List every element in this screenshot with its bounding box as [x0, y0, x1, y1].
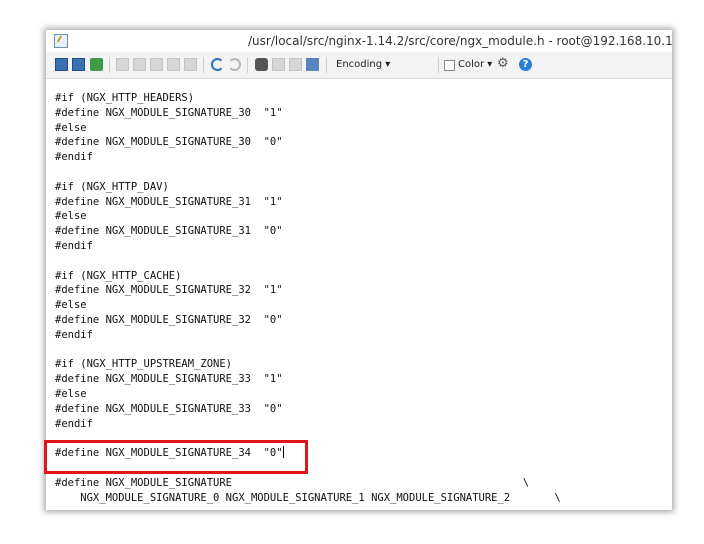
chevron-down-icon: ▾	[385, 59, 391, 70]
save-all-icon[interactable]	[72, 58, 85, 71]
select-all-icon[interactable]	[184, 58, 197, 71]
color-dropdown[interactable]: Color ▾	[458, 59, 492, 70]
find-icon[interactable]	[255, 58, 268, 71]
code-line[interactable]: #else	[55, 209, 561, 224]
toolbar-separator	[109, 57, 110, 73]
encoding-label: Encoding	[336, 59, 383, 70]
gear-icon[interactable]: ⚙	[497, 57, 511, 71]
window-title: /usr/local/src/nginx-1.14.2/src/core/ngx…	[248, 34, 672, 48]
code-line[interactable]: #define NGX_MODULE_SIGNATURE_32 "0"	[55, 313, 561, 328]
code-line[interactable]: #define NGX_MODULE_SIGNATURE \	[55, 476, 561, 491]
code-line[interactable]: #endif	[55, 239, 561, 254]
chevron-down-icon: ▾	[487, 59, 493, 70]
code-line[interactable]: #else	[55, 387, 561, 402]
toolbar-separator	[326, 57, 327, 73]
color-checkbox[interactable]	[444, 60, 455, 71]
goto-line-icon[interactable]	[306, 58, 319, 71]
code-line[interactable]	[55, 254, 561, 269]
help-icon[interactable]: ?	[519, 58, 532, 71]
code-line[interactable]: #define NGX_MODULE_SIGNATURE_30 "0"	[55, 135, 561, 150]
code-line[interactable]: #if (NGX_HTTP_HEADERS)	[55, 91, 561, 106]
code-line[interactable]: #endif	[55, 417, 561, 432]
highlight-box	[44, 440, 308, 474]
delete-icon[interactable]	[167, 58, 180, 71]
code-line[interactable]: #define NGX_MODULE_SIGNATURE_33 "0"	[55, 402, 561, 417]
redo-icon[interactable]	[228, 58, 241, 71]
save-icon[interactable]	[55, 58, 68, 71]
code-line[interactable]: #define NGX_MODULE_SIGNATURE_30 "1"	[55, 106, 561, 121]
code-line[interactable]: #else	[55, 121, 561, 136]
toolbar-separator	[203, 57, 204, 73]
find-next-icon[interactable]	[289, 58, 302, 71]
code-line[interactable]: #if (NGX_HTTP_CACHE)	[55, 269, 561, 284]
encoding-dropdown[interactable]: Encoding ▾	[336, 59, 390, 70]
code-line[interactable]: #if (NGX_HTTP_DAV)	[55, 180, 561, 195]
code-line[interactable]: #define NGX_MODULE_SIGNATURE_32 "1"	[55, 283, 561, 298]
code-line[interactable]: #endif	[55, 328, 561, 343]
title-bar[interactable]: /usr/local/src/nginx-1.14.2/src/core/ngx…	[46, 30, 672, 52]
code-line[interactable]	[55, 165, 561, 180]
cut-icon[interactable]	[116, 58, 129, 71]
reload-icon[interactable]	[90, 58, 103, 71]
code-line[interactable]: #if (NGX_HTTP_UPSTREAM_ZONE)	[55, 357, 561, 372]
code-line[interactable]	[55, 343, 561, 358]
editor-app-icon	[54, 34, 68, 48]
code-line[interactable]: #else	[55, 298, 561, 313]
toolbar-separator	[247, 57, 248, 73]
undo-icon[interactable]	[211, 58, 224, 71]
paste-icon[interactable]	[150, 58, 163, 71]
code-line[interactable]: NGX_MODULE_SIGNATURE_0 NGX_MODULE_SIGNAT…	[55, 491, 560, 506]
replace-icon[interactable]	[272, 58, 285, 71]
code-line[interactable]: #define NGX_MODULE_SIGNATURE_31 "0"	[55, 224, 561, 239]
code-line[interactable]: #define NGX_MODULE_SIGNATURE_33 "1"	[55, 372, 561, 387]
code-line[interactable]: #endif	[55, 150, 561, 165]
copy-icon[interactable]	[133, 58, 146, 71]
toolbar: Encoding ▾ Color ▾ ⚙ ?	[46, 52, 672, 79]
toolbar-separator	[438, 57, 439, 73]
code-line[interactable]: #define NGX_MODULE_SIGNATURE_31 "1"	[55, 195, 561, 210]
color-label: Color	[458, 59, 485, 70]
editor-window: /usr/local/src/nginx-1.14.2/src/core/ngx…	[46, 30, 672, 510]
